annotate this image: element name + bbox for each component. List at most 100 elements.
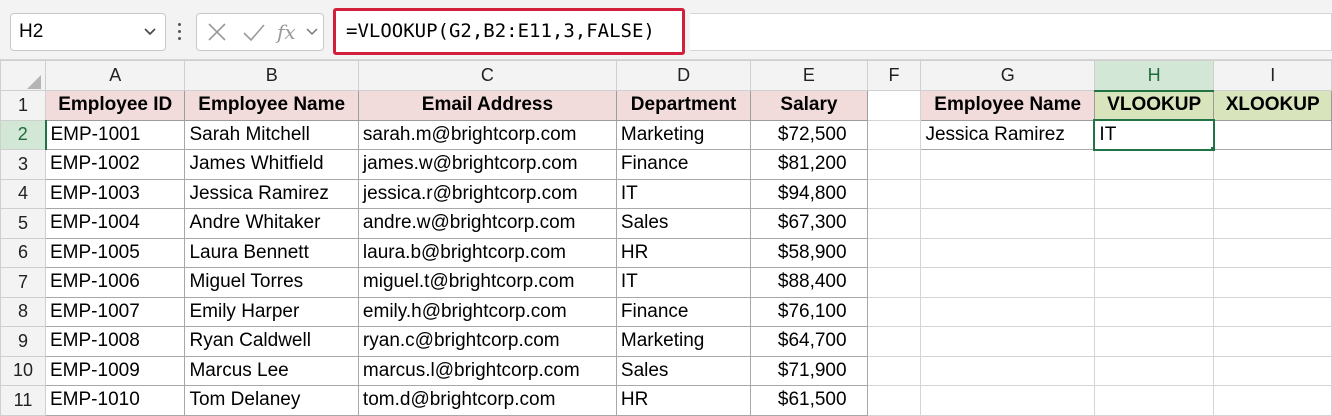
row-header[interactable]: 1 [0, 90, 46, 121]
cell[interactable]: Marcus Lee [184, 355, 359, 386]
cell[interactable] [920, 208, 1095, 239]
cell[interactable]: $61,500 [750, 385, 868, 416]
column-header-c[interactable]: C [357, 60, 617, 91]
cell[interactable]: Marketing [615, 326, 752, 357]
row-header[interactable]: 7 [0, 267, 46, 298]
row-header[interactable]: 2 [0, 119, 47, 150]
cell[interactable]: Ryan Caldwell [184, 326, 359, 357]
cell[interactable]: $94,800 [750, 178, 868, 209]
chevron-down-icon[interactable] [305, 14, 319, 50]
header-cell[interactable]: Email Address [357, 90, 617, 121]
cell[interactable]: ryan.c@brightcorp.com [357, 326, 617, 357]
cell[interactable]: HR [615, 385, 752, 416]
row-header[interactable]: 10 [0, 355, 46, 386]
lookup-value-cell[interactable] [1213, 119, 1332, 150]
cell[interactable] [1093, 208, 1215, 239]
cell[interactable]: EMP-1008 [44, 326, 186, 357]
column-header-e[interactable]: E [750, 60, 868, 91]
cell[interactable] [920, 296, 1095, 327]
row-header[interactable]: 5 [0, 208, 46, 239]
cell[interactable] [1213, 149, 1332, 180]
cell[interactable]: $67,300 [750, 208, 868, 239]
cell[interactable] [1093, 355, 1215, 386]
header-cell[interactable]: Employee ID [44, 90, 186, 121]
cell[interactable]: andre.w@brightcorp.com [357, 208, 617, 239]
close-icon[interactable] [205, 14, 229, 50]
cell[interactable] [1213, 326, 1332, 357]
row-header[interactable]: 9 [0, 326, 46, 357]
column-header-h[interactable]: H [1093, 60, 1215, 92]
cell[interactable] [1093, 296, 1215, 327]
lookup-header-cell[interactable]: Employee Name [920, 90, 1095, 121]
formula-input-area[interactable] [690, 13, 1332, 51]
header-cell[interactable]: Employee Name [184, 90, 359, 121]
cell[interactable]: Sales [615, 355, 752, 386]
cell[interactable] [1213, 237, 1332, 268]
header-cell[interactable]: Department [615, 90, 752, 121]
cell[interactable]: EMP-1003 [44, 178, 186, 209]
select-all-button[interactable] [0, 60, 46, 91]
fill-handle[interactable] [1209, 145, 1212, 148]
cell[interactable]: Laura Bennett [184, 237, 359, 268]
cell[interactable]: Marketing [615, 119, 752, 150]
row-header[interactable]: 4 [0, 178, 46, 209]
cell[interactable] [1093, 178, 1215, 209]
cell[interactable] [920, 149, 1095, 180]
cell[interactable]: tom.d@brightcorp.com [357, 385, 617, 416]
cell[interactable]: emily.h@brightcorp.com [357, 296, 617, 327]
header-cell[interactable]: Salary [750, 90, 868, 121]
cell[interactable] [866, 267, 922, 298]
cell[interactable]: $81,200 [750, 149, 868, 180]
cell[interactable] [1093, 267, 1215, 298]
cell[interactable] [1213, 267, 1332, 298]
cell[interactable] [1093, 385, 1215, 416]
row-header[interactable]: 3 [0, 149, 46, 180]
selected-cell[interactable]: IT [1093, 119, 1215, 151]
cell[interactable]: laura.b@brightcorp.com [357, 237, 617, 268]
cell[interactable]: $71,900 [750, 355, 868, 386]
lookup-header-cell[interactable]: VLOOKUP [1093, 90, 1215, 121]
column-header-a[interactable]: A [44, 60, 186, 91]
cell[interactable] [866, 149, 922, 180]
cell[interactable] [1213, 296, 1332, 327]
name-box[interactable]: H2 [10, 13, 166, 51]
cell[interactable]: EMP-1004 [44, 208, 186, 239]
cell[interactable]: Sarah Mitchell [184, 119, 359, 150]
check-icon[interactable] [241, 14, 267, 50]
cell[interactable] [866, 208, 922, 239]
cell[interactable]: EMP-1005 [44, 237, 186, 268]
column-header-f[interactable]: F [866, 60, 922, 91]
row-header[interactable]: 11 [0, 385, 46, 416]
cell[interactable] [866, 90, 922, 121]
cell[interactable]: IT [615, 267, 752, 298]
cell[interactable] [1213, 178, 1332, 209]
row-header[interactable]: 8 [0, 296, 46, 327]
chevron-down-icon[interactable] [143, 14, 157, 63]
cell[interactable]: Finance [615, 296, 752, 327]
cell[interactable]: jessica.r@brightcorp.com [357, 178, 617, 209]
cell[interactable] [920, 355, 1095, 386]
lookup-value-cell[interactable]: Jessica Ramirez [920, 119, 1095, 150]
cell[interactable] [866, 237, 922, 268]
cell[interactable]: miguel.t@brightcorp.com [357, 267, 617, 298]
cell[interactable] [1093, 237, 1215, 268]
cell[interactable]: EMP-1006 [44, 267, 186, 298]
cell[interactable]: james.w@brightcorp.com [357, 149, 617, 180]
cell[interactable] [866, 326, 922, 357]
cell[interactable] [1213, 355, 1332, 386]
cell[interactable] [920, 237, 1095, 268]
cell[interactable]: Jessica Ramirez [184, 178, 359, 209]
cell[interactable]: sarah.m@brightcorp.com [357, 119, 617, 150]
more-options-icon[interactable] [172, 16, 186, 46]
cell[interactable] [1093, 326, 1215, 357]
cell[interactable]: EMP-1010 [44, 385, 186, 416]
cell[interactable] [920, 385, 1095, 416]
formula-input[interactable]: =VLOOKUP(G2,B2:E11,3,FALSE) [333, 8, 685, 55]
cell[interactable]: EMP-1001 [44, 119, 186, 150]
cell[interactable]: Andre Whitaker [184, 208, 359, 239]
cell[interactable] [920, 326, 1095, 357]
cell[interactable]: EMP-1007 [44, 296, 186, 327]
cell[interactable] [920, 267, 1095, 298]
cell[interactable]: EMP-1002 [44, 149, 186, 180]
cell[interactable]: $76,100 [750, 296, 868, 327]
